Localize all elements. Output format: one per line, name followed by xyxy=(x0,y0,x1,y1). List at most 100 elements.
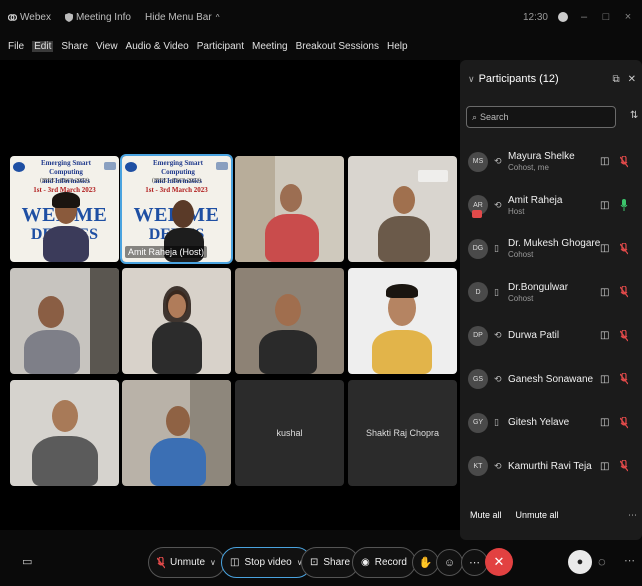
participant-name: Gitesh Yelave xyxy=(508,417,570,429)
menu-meeting[interactable]: Meeting xyxy=(252,41,288,52)
unmute-button[interactable]: Unmute ∨ xyxy=(148,547,225,578)
participant-role: Host xyxy=(508,206,525,216)
record-label: Record xyxy=(374,557,407,568)
participant-role: Cohost xyxy=(508,293,534,303)
list-item[interactable]: GY ▯ Gitesh Yelave ◫ xyxy=(460,401,642,445)
phone-icon: ▯ xyxy=(494,417,499,428)
audio-connection-icon: ⟲ xyxy=(494,199,502,210)
camera-icon: ◫ xyxy=(600,417,610,429)
popout-icon[interactable]: ⧉ xyxy=(612,74,619,85)
audio-connection-icon: ⟲ xyxy=(494,373,502,384)
list-item[interactable]: GS ⟲ Ganesh Sonawane ◫ xyxy=(460,358,642,402)
profile-avatar-icon[interactable] xyxy=(558,12,568,22)
participant-name: Mayura Shelke xyxy=(508,151,575,163)
menu-edit[interactable]: Edit xyxy=(32,40,54,52)
list-item[interactable]: AR ⟲ Amit Raheja Host ◫ xyxy=(460,184,642,228)
chevron-down-icon[interactable]: ∨ xyxy=(210,558,216,567)
menu-view[interactable]: View xyxy=(96,41,118,52)
chat-icon[interactable]: ◌ xyxy=(598,554,606,569)
camera-icon: ◫ xyxy=(600,199,610,211)
unmute-all-button[interactable]: Unmute all xyxy=(516,510,559,520)
menu-breakout-sessions[interactable]: Breakout Sessions xyxy=(296,41,379,52)
chevron-down-icon[interactable]: ∨ xyxy=(468,74,475,85)
participant-video xyxy=(348,268,457,374)
list-item[interactable]: D ▯ Dr.Bongulwar Cohost ◫ xyxy=(460,271,642,315)
video-tile-banner-1[interactable]: Emerging Smart Computing and Informatics … xyxy=(10,156,119,262)
more-panels-icon[interactable]: ⋯ xyxy=(624,554,635,567)
mic-muted-icon[interactable] xyxy=(620,416,628,429)
list-item[interactable]: DP ⟲ Durwa Patil ◫ xyxy=(460,314,642,358)
participant-video xyxy=(348,156,457,262)
video-tile[interactable] xyxy=(235,268,344,374)
video-tile[interactable] xyxy=(235,156,344,262)
audio-connection-icon: ⟲ xyxy=(494,460,502,471)
video-tile-no-camera[interactable]: kushal xyxy=(235,380,344,486)
video-tile-no-camera[interactable]: Shakti Raj Chopra xyxy=(348,380,457,486)
mic-muted-icon[interactable] xyxy=(620,460,628,472)
meeting-info-button[interactable]: Meeting Info xyxy=(64,12,131,23)
video-tile[interactable] xyxy=(10,380,119,486)
record-button[interactable]: ◉ Record xyxy=(352,547,416,578)
share-button[interactable]: ⊡ Share xyxy=(301,547,360,578)
list-item[interactable]: DG ▯ Dr. Mukesh Ghogare Cohost ◫ xyxy=(460,227,642,271)
participants-toggle-icon[interactable]: ● xyxy=(568,550,592,574)
participant-name: Ganesh Sonawane xyxy=(508,373,594,385)
video-tile-host[interactable]: Emerging Smart Computing and Informatics … xyxy=(120,154,233,264)
video-tile[interactable] xyxy=(10,268,119,374)
list-item[interactable]: KT ⟲ Kamurthi Ravi Teja ◫ xyxy=(460,445,642,489)
video-tile[interactable] xyxy=(348,156,457,262)
close-window-button[interactable]: × xyxy=(622,11,634,23)
end-meeting-button[interactable]: ✕ xyxy=(485,548,513,576)
close-panel-icon[interactable]: ✕ xyxy=(628,74,636,85)
hide-menu-bar-button[interactable]: Hide Menu Bar ^ xyxy=(145,12,219,23)
menu-help[interactable]: Help xyxy=(387,41,408,52)
meeting-controls: ▭ Unmute ∨ ◫ Stop video ∨ ⊡ Share ◉ Reco… xyxy=(0,540,642,586)
unmute-label: Unmute xyxy=(170,557,206,568)
participant-video xyxy=(10,380,119,486)
audio-connection-icon: ⟲ xyxy=(494,156,502,167)
participants-panel-header: ∨ Participants (12) ⧉ ✕ xyxy=(468,70,636,88)
shield-icon xyxy=(64,12,73,22)
mic-muted-icon[interactable] xyxy=(620,373,628,385)
menu-participant[interactable]: Participant xyxy=(197,41,244,52)
avatar: GY xyxy=(468,412,488,433)
app-name: Webex xyxy=(8,12,51,23)
mic-muted-icon[interactable] xyxy=(620,242,628,255)
list-item[interactable]: MS ⟲ Mayura Shelke Cohost, me ◫ xyxy=(460,140,642,184)
avatar: DG xyxy=(468,238,488,259)
sort-icon[interactable]: ⇅ xyxy=(630,110,638,121)
avatar: D xyxy=(468,282,488,303)
stop-video-button[interactable]: ◫ Stop video ∨ xyxy=(221,547,312,578)
captions-icon[interactable]: ▭ xyxy=(22,555,32,568)
menu-bar: File Edit Share View Audio & Video Parti… xyxy=(0,38,416,54)
participant-name: Kamurthi Ravi Teja xyxy=(508,460,592,472)
menu-file[interactable]: File xyxy=(8,41,24,52)
menu-share[interactable]: Share xyxy=(61,41,88,52)
participant-name-label: Amit Raheja (Host) xyxy=(125,246,208,258)
video-tile[interactable] xyxy=(122,380,231,486)
more-options-icon[interactable]: ⋯ xyxy=(628,510,637,521)
mic-muted-icon[interactable] xyxy=(620,329,628,342)
mute-all-button[interactable]: Mute all xyxy=(470,510,502,520)
video-tile[interactable] xyxy=(348,268,457,374)
app-name-label: Webex xyxy=(20,11,51,23)
reactions-icon[interactable]: ☺ xyxy=(436,549,463,576)
search-placeholder: Search xyxy=(480,112,509,122)
mic-active-icon[interactable] xyxy=(620,199,628,212)
video-tile[interactable] xyxy=(122,268,231,374)
more-options-icon[interactable]: ⋯ xyxy=(461,549,488,576)
menu-audio-video[interactable]: Audio & Video xyxy=(126,41,189,52)
hide-menu-bar-label: Hide Menu Bar xyxy=(145,11,212,23)
maximize-button[interactable]: □ xyxy=(600,11,612,23)
camera-icon: ◫ xyxy=(600,156,610,168)
avatar: DP xyxy=(468,325,488,346)
mic-muted-icon[interactable] xyxy=(620,286,628,298)
title-bar: Webex Meeting Info Hide Menu Bar ^ 12:30… xyxy=(0,0,642,34)
participant-name: Amit Raheja xyxy=(508,194,563,206)
hand-raise-icon[interactable]: ✋ xyxy=(412,549,439,576)
participant-name-label: Shakti Raj Chopra xyxy=(365,428,440,438)
participant-search-input[interactable]: ⌕ Search xyxy=(466,106,616,128)
participant-video xyxy=(235,156,344,262)
minimize-button[interactable]: – xyxy=(578,11,590,23)
mic-muted-icon[interactable] xyxy=(620,155,628,168)
